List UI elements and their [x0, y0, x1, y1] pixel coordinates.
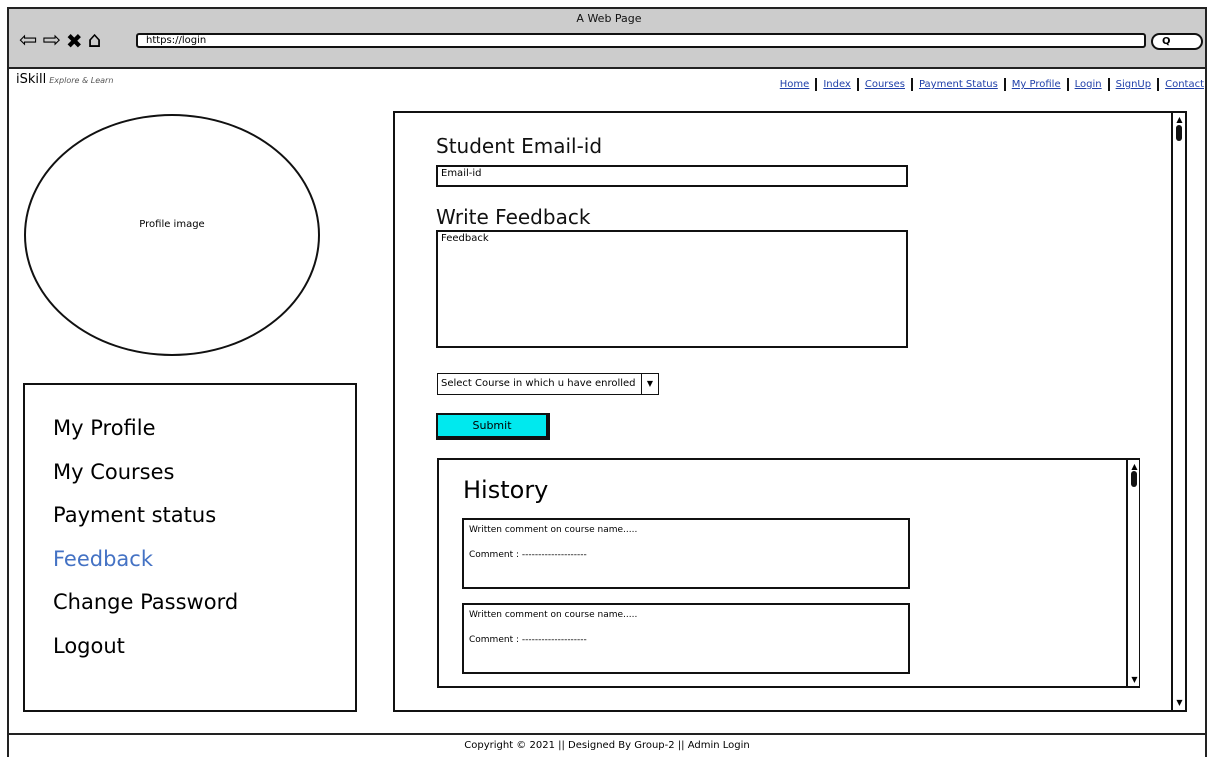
- nav-separator: [815, 78, 818, 91]
- nav-link-home[interactable]: Home: [780, 79, 810, 90]
- history-entry: Written comment on course name..... Comm…: [462, 518, 910, 589]
- sidebar-item-change-password[interactable]: Change Password: [53, 581, 238, 625]
- panel-scrollbar[interactable]: ▲ ▼: [1171, 113, 1185, 710]
- forward-arrow-icon[interactable]: ⇨: [42, 29, 60, 53]
- logo-tagline: Explore & Learn: [49, 76, 114, 85]
- profile-image: Profile image: [24, 114, 320, 356]
- close-x-icon[interactable]: ✖: [66, 29, 83, 53]
- nav-link-index[interactable]: Index: [823, 79, 851, 90]
- history-entry-comment: Comment : --------------------: [469, 635, 587, 645]
- scroll-thumb[interactable]: [1131, 471, 1137, 487]
- sidebar-item-my-profile[interactable]: My Profile: [53, 407, 238, 451]
- course-select-value: Select Course in which u have enrolled: [441, 378, 636, 389]
- sidebar-item-feedback[interactable]: Feedback: [53, 538, 238, 582]
- address-bar[interactable]: https://login: [136, 33, 1146, 48]
- email-field[interactable]: Email-id: [436, 165, 908, 187]
- browser-chrome: A Web Page ⇦ ⇨ ✖ ⌂ https://login Q: [7, 7, 1207, 69]
- history-entry-comment: Comment : --------------------: [469, 550, 587, 560]
- sidebar-item-payment-status[interactable]: Payment status: [53, 494, 238, 538]
- search-icon[interactable]: Q: [1151, 33, 1203, 50]
- nav-separator: [856, 78, 859, 91]
- profile-image-label: Profile image: [139, 219, 205, 230]
- nav-link-contact[interactable]: Contact: [1165, 79, 1204, 90]
- email-heading: Student Email-id: [436, 134, 603, 158]
- scroll-up-icon[interactable]: ▲: [1174, 114, 1185, 125]
- logo-text: iSkill: [16, 72, 47, 87]
- submit-button[interactable]: Submit: [436, 413, 550, 440]
- back-arrow-icon[interactable]: ⇦: [19, 29, 37, 53]
- nav-link-payment-status[interactable]: Payment Status: [919, 79, 998, 90]
- nav-link-login[interactable]: Login: [1075, 79, 1102, 90]
- window-title: A Web Page: [576, 12, 642, 25]
- scroll-down-icon[interactable]: ▼: [1174, 697, 1185, 708]
- nav-separator: [1003, 78, 1006, 91]
- site-logo[interactable]: iSkill Explore & Learn: [16, 72, 113, 87]
- chevron-down-icon[interactable]: ▼: [641, 374, 658, 394]
- history-entry: Written comment on course name..... Comm…: [462, 603, 910, 674]
- sidebar-item-logout[interactable]: Logout: [53, 625, 238, 669]
- scroll-down-icon[interactable]: ▼: [1129, 674, 1140, 685]
- nav-separator: [1107, 78, 1110, 91]
- nav-link-courses[interactable]: Courses: [865, 79, 905, 90]
- scroll-thumb[interactable]: [1176, 125, 1182, 141]
- top-navigation: Home Index Courses Payment Status My Pro…: [780, 78, 1204, 91]
- history-entry-course: Written comment on course name.....: [469, 525, 638, 535]
- course-select[interactable]: Select Course in which u have enrolled ▼: [437, 373, 659, 395]
- nav-link-signup[interactable]: SignUp: [1116, 79, 1151, 90]
- nav-separator: [1066, 78, 1069, 91]
- history-scrollbar[interactable]: ▲ ▼: [1126, 460, 1139, 686]
- browser-nav-icons: ⇦ ⇨ ✖ ⌂: [19, 28, 102, 54]
- nav-link-my-profile[interactable]: My Profile: [1012, 79, 1061, 90]
- nav-separator: [1157, 78, 1160, 91]
- history-title: History: [463, 476, 549, 504]
- sidebar-item-my-courses[interactable]: My Courses: [53, 451, 238, 495]
- feedback-heading: Write Feedback: [436, 205, 591, 229]
- nav-separator: [910, 78, 913, 91]
- home-icon[interactable]: ⌂: [88, 29, 102, 53]
- history-entry-course: Written comment on course name.....: [469, 610, 638, 620]
- sidebar-list: My Profile My Courses Payment status Fee…: [53, 407, 238, 668]
- feedback-textarea[interactable]: Feedback: [436, 230, 908, 348]
- footer: Copyright © 2021 || Designed By Group-2 …: [7, 733, 1207, 757]
- sidebar-menu: My Profile My Courses Payment status Fee…: [23, 383, 357, 712]
- history-section: History Written comment on course name..…: [437, 458, 1140, 688]
